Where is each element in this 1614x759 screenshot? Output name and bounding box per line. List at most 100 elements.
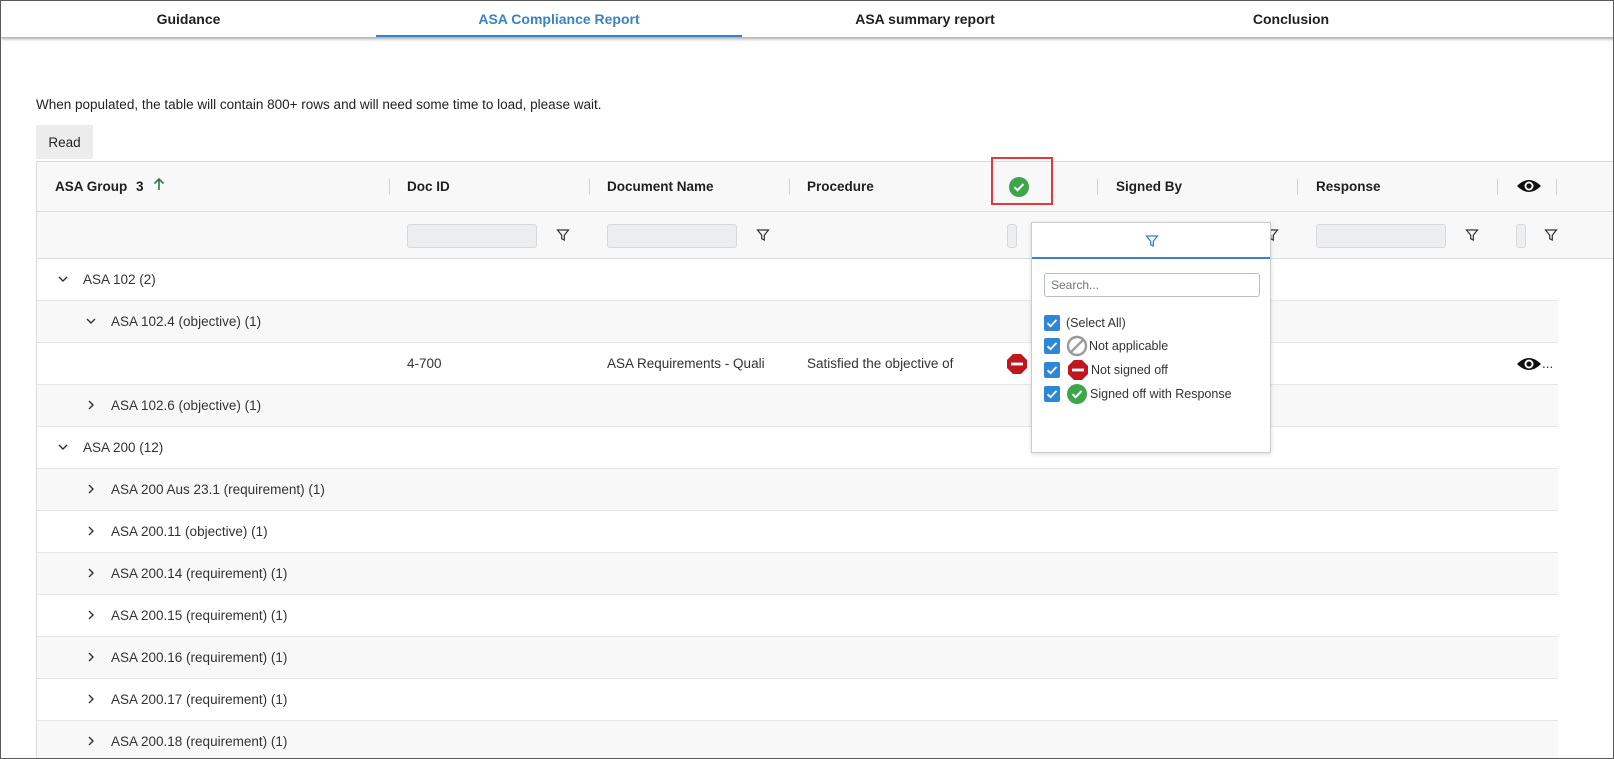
checkbox[interactable] [1044,362,1060,378]
column-separator[interactable] [1297,179,1298,195]
option-label: (Select All) [1066,316,1126,330]
column-separator[interactable] [389,179,390,195]
option-label: Signed off with Response [1090,387,1232,401]
checkbox[interactable] [1044,386,1060,402]
group-label: ASA 200.17 (requirement) (1) [111,692,288,707]
group-row[interactable]: ASA 200.14 (requirement) (1) [37,553,1558,595]
filter-option-select-all[interactable]: (Select All) [1044,312,1244,334]
column-header-doc-id[interactable]: Doc ID [407,162,450,212]
tab-conclusion[interactable]: Conclusion [1108,1,1474,37]
column-header-signed-by[interactable]: Signed By [1116,162,1182,212]
column-header-document-name[interactable]: Document Name [607,162,714,212]
group-label: ASA 200.14 (requirement) (1) [111,566,288,581]
chevron-down-icon[interactable] [85,315,97,327]
option-label: Not signed off [1091,363,1168,377]
column-separator[interactable] [1097,179,1098,195]
column-header-asa-group-label: ASA Group [55,179,128,194]
sort-ascending-icon [153,162,165,212]
chevron-right-icon[interactable] [85,651,97,663]
filter-option-signed-off-with-response[interactable]: Signed off with Response [1044,383,1259,405]
filter-search-input[interactable] [1044,273,1260,297]
tab-guidance[interactable]: Guidance [1,1,376,37]
column-separator[interactable] [789,179,790,195]
filter-icon[interactable] [756,228,770,242]
chevron-right-icon[interactable] [85,399,97,411]
compliance-grid: ASA Group 3 Doc ID Document Name Procedu… [36,161,1613,758]
group-label: ASA 200.15 (requirement) (1) [111,608,288,623]
view-filter-input[interactable] [1516,224,1526,248]
column-header-view[interactable] [1516,177,1542,197]
group-label: ASA 200 (12) [83,440,164,455]
view-more[interactable]: ... [1542,356,1553,371]
grid-header: ASA Group 3 Doc ID Document Name Procedu… [37,162,1613,212]
column-header-asa-group[interactable]: ASA Group 3 [55,162,165,212]
signed-off-check-icon [1067,384,1087,404]
eye-icon[interactable] [1516,355,1542,373]
doc-id-cell: 4-700 [407,356,442,371]
document-name-cell: ASA Requirements - Quali [607,356,765,371]
loading-note: When populated, the table will contain 8… [36,97,602,112]
chevron-right-icon[interactable] [85,483,97,495]
filter-row [37,212,1613,259]
group-label: ASA 200.11 (objective) (1) [111,524,268,539]
filter-icon[interactable] [1145,234,1159,248]
filter-icon[interactable] [1465,228,1479,242]
not-signed-off-icon [1007,354,1027,374]
column-header-response[interactable]: Response [1316,162,1381,212]
response-filter-input[interactable] [1316,224,1446,248]
column-header-procedure[interactable]: Procedure [807,162,874,212]
group-row[interactable]: ASA 200.16 (requirement) (1) [37,637,1558,679]
chevron-right-icon[interactable] [85,525,97,537]
column-separator[interactable] [1497,179,1498,195]
group-label: ASA 102.4 (objective) (1) [111,314,262,329]
group-row[interactable]: ASA 200.17 (requirement) (1) [37,679,1558,721]
option-label: Not applicable [1089,339,1169,353]
group-row[interactable]: ASA 102.4 (objective) (1) [37,301,1558,343]
tab-bar: Guidance ASA Compliance Report ASA summa… [1,1,1613,37]
group-label: ASA 102 (2) [83,272,156,287]
group-row[interactable]: ASA 200.15 (requirement) (1) [37,595,1558,637]
chevron-right-icon[interactable] [85,693,97,705]
filter-icon[interactable] [1544,228,1558,242]
checkbox[interactable] [1044,315,1060,331]
column-separator[interactable] [1556,179,1557,195]
popup-tab-filter[interactable] [1032,223,1270,259]
procedure-cell: Satisfied the objective of [807,356,954,371]
group-label: ASA 200 Aus 23.1 (requirement) (1) [111,482,325,497]
chevron-right-icon[interactable] [85,609,97,621]
chevron-down-icon[interactable] [57,441,69,453]
tab-asa-compliance-report[interactable]: ASA Compliance Report [376,1,742,37]
eye-icon [1517,180,1541,192]
filter-option-not-applicable[interactable]: Not applicable [1044,335,1244,357]
group-row[interactable]: ASA 200 (12) [37,427,1558,469]
doc-id-filter-input[interactable] [407,224,537,248]
group-label: ASA 200.18 (requirement) (1) [111,734,288,749]
chevron-down-icon[interactable] [57,273,69,285]
status-filter-input[interactable] [1007,224,1017,248]
checkbox[interactable] [1044,338,1060,354]
group-label: ASA 200.16 (requirement) (1) [111,650,288,665]
chevron-right-icon[interactable] [85,567,97,579]
view-cell[interactable]: ... [1516,355,1553,373]
filter-option-not-signed-off[interactable]: Not signed off [1044,359,1244,381]
group-row[interactable]: ASA 102.6 (objective) (1) [37,385,1558,427]
sort-index: 3 [136,179,144,194]
app-window: Guidance ASA Compliance Report ASA summa… [0,0,1614,759]
not-signed-off-icon [1068,360,1088,380]
group-label: ASA 102.6 (objective) (1) [111,398,262,413]
group-row[interactable]: ASA 200 Aus 23.1 (requirement) (1) [37,469,1558,511]
filter-icon[interactable] [556,228,570,242]
group-row[interactable]: ASA 200.11 (objective) (1) [37,511,1558,553]
status-filter-popup: (Select All) Not applicable Not signed o… [1031,222,1271,453]
status-cell [1006,353,1028,375]
group-row[interactable]: ASA 102 (2) [37,259,1558,301]
read-button[interactable]: Read [36,125,93,159]
group-row[interactable]: ASA 200.18 (requirement) (1) [37,721,1558,758]
not-applicable-icon [1066,335,1088,357]
column-separator[interactable] [589,179,590,195]
highlight-box [991,157,1053,205]
document-name-filter-input[interactable] [607,224,737,248]
table-row[interactable]: 4-700 ASA Requirements - Quali Satisfied… [37,343,1558,385]
tab-asa-summary-report[interactable]: ASA summary report [742,1,1108,37]
chevron-right-icon[interactable] [85,735,97,747]
